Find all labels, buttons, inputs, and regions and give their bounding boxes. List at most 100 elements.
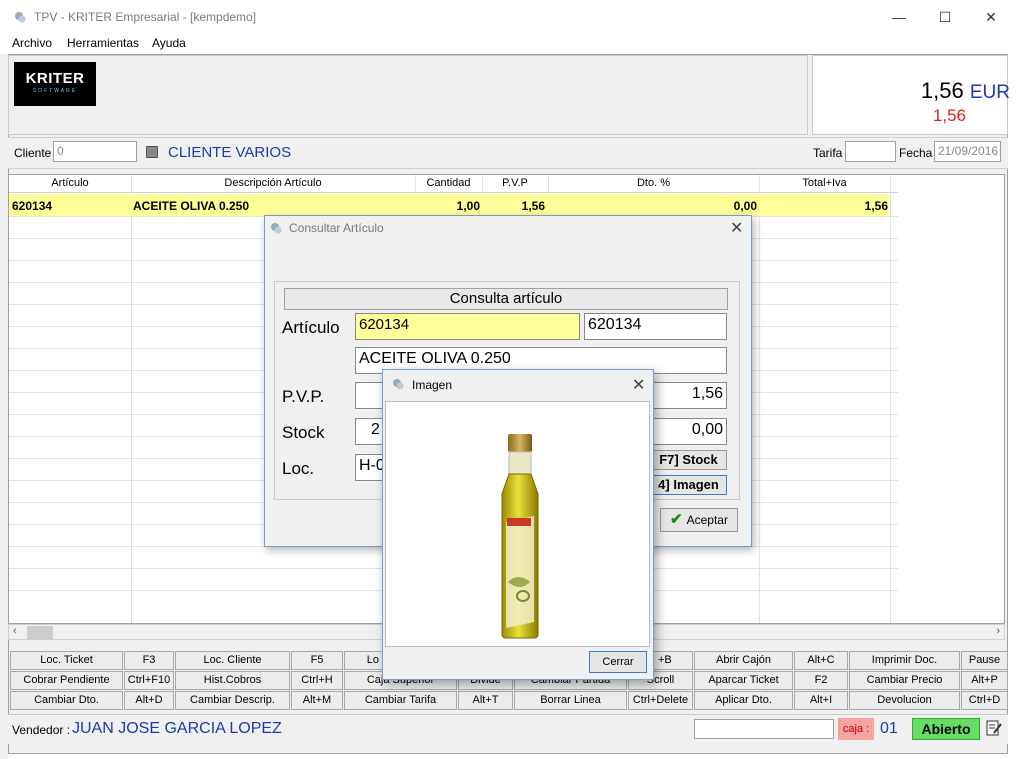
articulo-code-field[interactable]: 620134 [355, 313, 580, 340]
imagen-dialog-app-icon [393, 379, 404, 390]
cell-cantidad: 1,00 [456, 199, 480, 213]
col-header-descripcion[interactable]: Descripción Artículo [131, 177, 415, 189]
cobrar-pendiente-key[interactable]: Ctrl+F10 [124, 671, 174, 690]
consultar-close-icon[interactable]: ✕ [730, 218, 743, 238]
client-checkbox[interactable] [146, 146, 158, 158]
aceptar-button[interactable]: ✔ Aceptar [660, 508, 738, 532]
loc-cliente-key[interactable]: F5 [291, 651, 343, 670]
borrar-linea-key[interactable]: Ctrl+Delete [628, 691, 693, 710]
total-display: 1,56 EUR [921, 78, 1010, 104]
maximize-button[interactable]: ☐ [922, 6, 968, 28]
client-label: Cliente [14, 146, 52, 160]
col-header-dto[interactable]: Dto. % [548, 177, 759, 189]
imprimir-doc-button[interactable]: Imprimir Doc. [849, 651, 960, 670]
caja-label: caja : [838, 718, 874, 740]
cambiar-dto-key[interactable]: Alt+D [124, 691, 174, 710]
loc-button[interactable]: Lo [344, 651, 384, 670]
logo-text: KRITER [25, 70, 85, 87]
cerrar-button[interactable]: Cerrar [589, 651, 647, 673]
menu-bar: Archivo Herramientas Ayuda [0, 34, 1016, 54]
caja-number: 01 [880, 720, 898, 737]
abrir-cajon-key[interactable]: Alt+C [794, 651, 848, 670]
articulo-label: Artículo [282, 318, 340, 337]
cell-dto: 0,00 [733, 199, 757, 213]
articulo-code2-field[interactable]: 620134 [584, 313, 727, 340]
hist-cobros-key[interactable]: Ctrl+H [291, 671, 343, 690]
left-strip [0, 54, 8, 759]
total-amount: 1,56 [920, 78, 964, 103]
loc-field[interactable]: H-0 [355, 454, 385, 481]
window-title: TPV - KRITER Empresarial - [kempdemo] [34, 10, 257, 24]
logo-panel [8, 55, 808, 135]
imprimir-doc-key[interactable]: Pause [961, 651, 1008, 670]
dto-field[interactable]: 0,00 [650, 418, 727, 445]
cambiar-descrip-button[interactable]: Cambiar Descrip. [175, 691, 290, 710]
pvp-left-field[interactable] [355, 382, 385, 409]
col-header-total[interactable]: Total+Iva [759, 177, 890, 189]
cambiar-precio-button[interactable]: Cambiar Precio [849, 671, 960, 690]
stock-label: Stock [282, 423, 325, 442]
tarifa-field[interactable] [845, 141, 896, 162]
check-icon: ✔ [670, 511, 683, 528]
cambiar-descrip-key[interactable]: Alt+M [291, 691, 343, 710]
fecha-field[interactable]: 21/09/2016 [934, 141, 1001, 162]
shortcut-b-key[interactable]: +B [653, 651, 693, 670]
col-header-pvp[interactable]: P.V.P [482, 177, 548, 189]
aparcar-ticket-key[interactable]: F2 [794, 671, 848, 690]
imagen-close-icon[interactable]: ✕ [632, 375, 645, 395]
aparcar-ticket-button[interactable]: Aparcar Ticket [694, 671, 793, 690]
aplicar-dto-button[interactable]: Aplicar Dto. [694, 691, 793, 710]
fecha-label: Fecha [899, 146, 933, 160]
olive-oil-bottle-image [501, 434, 539, 639]
close-button[interactable]: ✕ [968, 6, 1014, 28]
menu-archivo[interactable]: Archivo [12, 36, 52, 50]
imagen-dialog-title: Imagen [412, 378, 453, 392]
vendedor-label: Vendedor : [12, 723, 71, 737]
stock-field[interactable]: 2 [355, 418, 385, 445]
logo-subtext: SOFTWARE [32, 88, 78, 94]
client-name: CLIENTE VARIOS [168, 144, 292, 161]
cambiar-tarifa-key[interactable]: Alt+T [458, 691, 513, 710]
col-header-articulo[interactable]: Artículo [9, 177, 131, 189]
col-header-cantidad[interactable]: Cantidad [415, 177, 482, 189]
aplicar-dto-key[interactable]: Alt+I [794, 691, 848, 710]
vendedor-name: JUAN JOSE GARCIA LOPEZ [72, 720, 282, 737]
abrir-cajon-button[interactable]: Abrir Cajón [694, 651, 793, 670]
grid-col-divider [890, 175, 891, 623]
scroll-right-icon[interactable]: › [996, 625, 1000, 637]
cambiar-precio-key[interactable]: Alt+P [961, 671, 1008, 690]
app-icon [15, 12, 26, 23]
loc-cliente-button[interactable]: Loc. Cliente [175, 651, 290, 670]
devolucion-key[interactable]: Ctrl+D [961, 691, 1008, 710]
cobrar-pendiente-button[interactable]: Cobrar Pendiente [10, 671, 123, 690]
devolucion-button[interactable]: Devolucion [849, 691, 960, 710]
tarifa-label: Tarifa [813, 146, 843, 160]
borrar-linea-button[interactable]: Borrar Linea [514, 691, 627, 710]
scroll-left-icon[interactable]: ‹ [13, 625, 17, 637]
product-image-area [385, 401, 650, 647]
pvp-field[interactable]: 1,56 [650, 382, 727, 409]
menu-ayuda[interactable]: Ayuda [152, 36, 186, 50]
menu-herramientas[interactable]: Herramientas [67, 36, 139, 50]
cell-articulo: 620134 [12, 199, 53, 213]
imagen-button[interactable]: 4] Imagen [650, 475, 727, 495]
minimize-button[interactable]: — [876, 6, 922, 28]
pending-amount: 1,56 [932, 106, 966, 125]
cell-total: 1,56 [864, 199, 888, 213]
loc-ticket-button[interactable]: Loc. Ticket [10, 651, 123, 670]
client-code-field[interactable]: 0 [53, 141, 137, 162]
consulta-header: Consulta artículo [284, 288, 728, 310]
stock-button[interactable]: F7] Stock [650, 450, 727, 470]
edit-icon[interactable] [986, 719, 1002, 737]
cambiar-dto-button[interactable]: Cambiar Dto. [10, 691, 123, 710]
loc-ticket-key[interactable]: F3 [124, 651, 174, 670]
grid-col-divider [131, 175, 132, 623]
status-badge[interactable]: Abierto [912, 718, 980, 740]
scroll-thumb[interactable] [27, 626, 53, 639]
status-field [694, 719, 834, 739]
hist-cobros-button[interactable]: Hist.Cobros [175, 671, 290, 690]
loc-label: Loc. [282, 459, 315, 478]
cambiar-tarifa-button[interactable]: Cambiar Tarifa [344, 691, 457, 710]
pvp-label: P.V.P. [282, 387, 325, 406]
title-bar: TPV - KRITER Empresarial - [kempdemo] — … [0, 0, 1016, 34]
